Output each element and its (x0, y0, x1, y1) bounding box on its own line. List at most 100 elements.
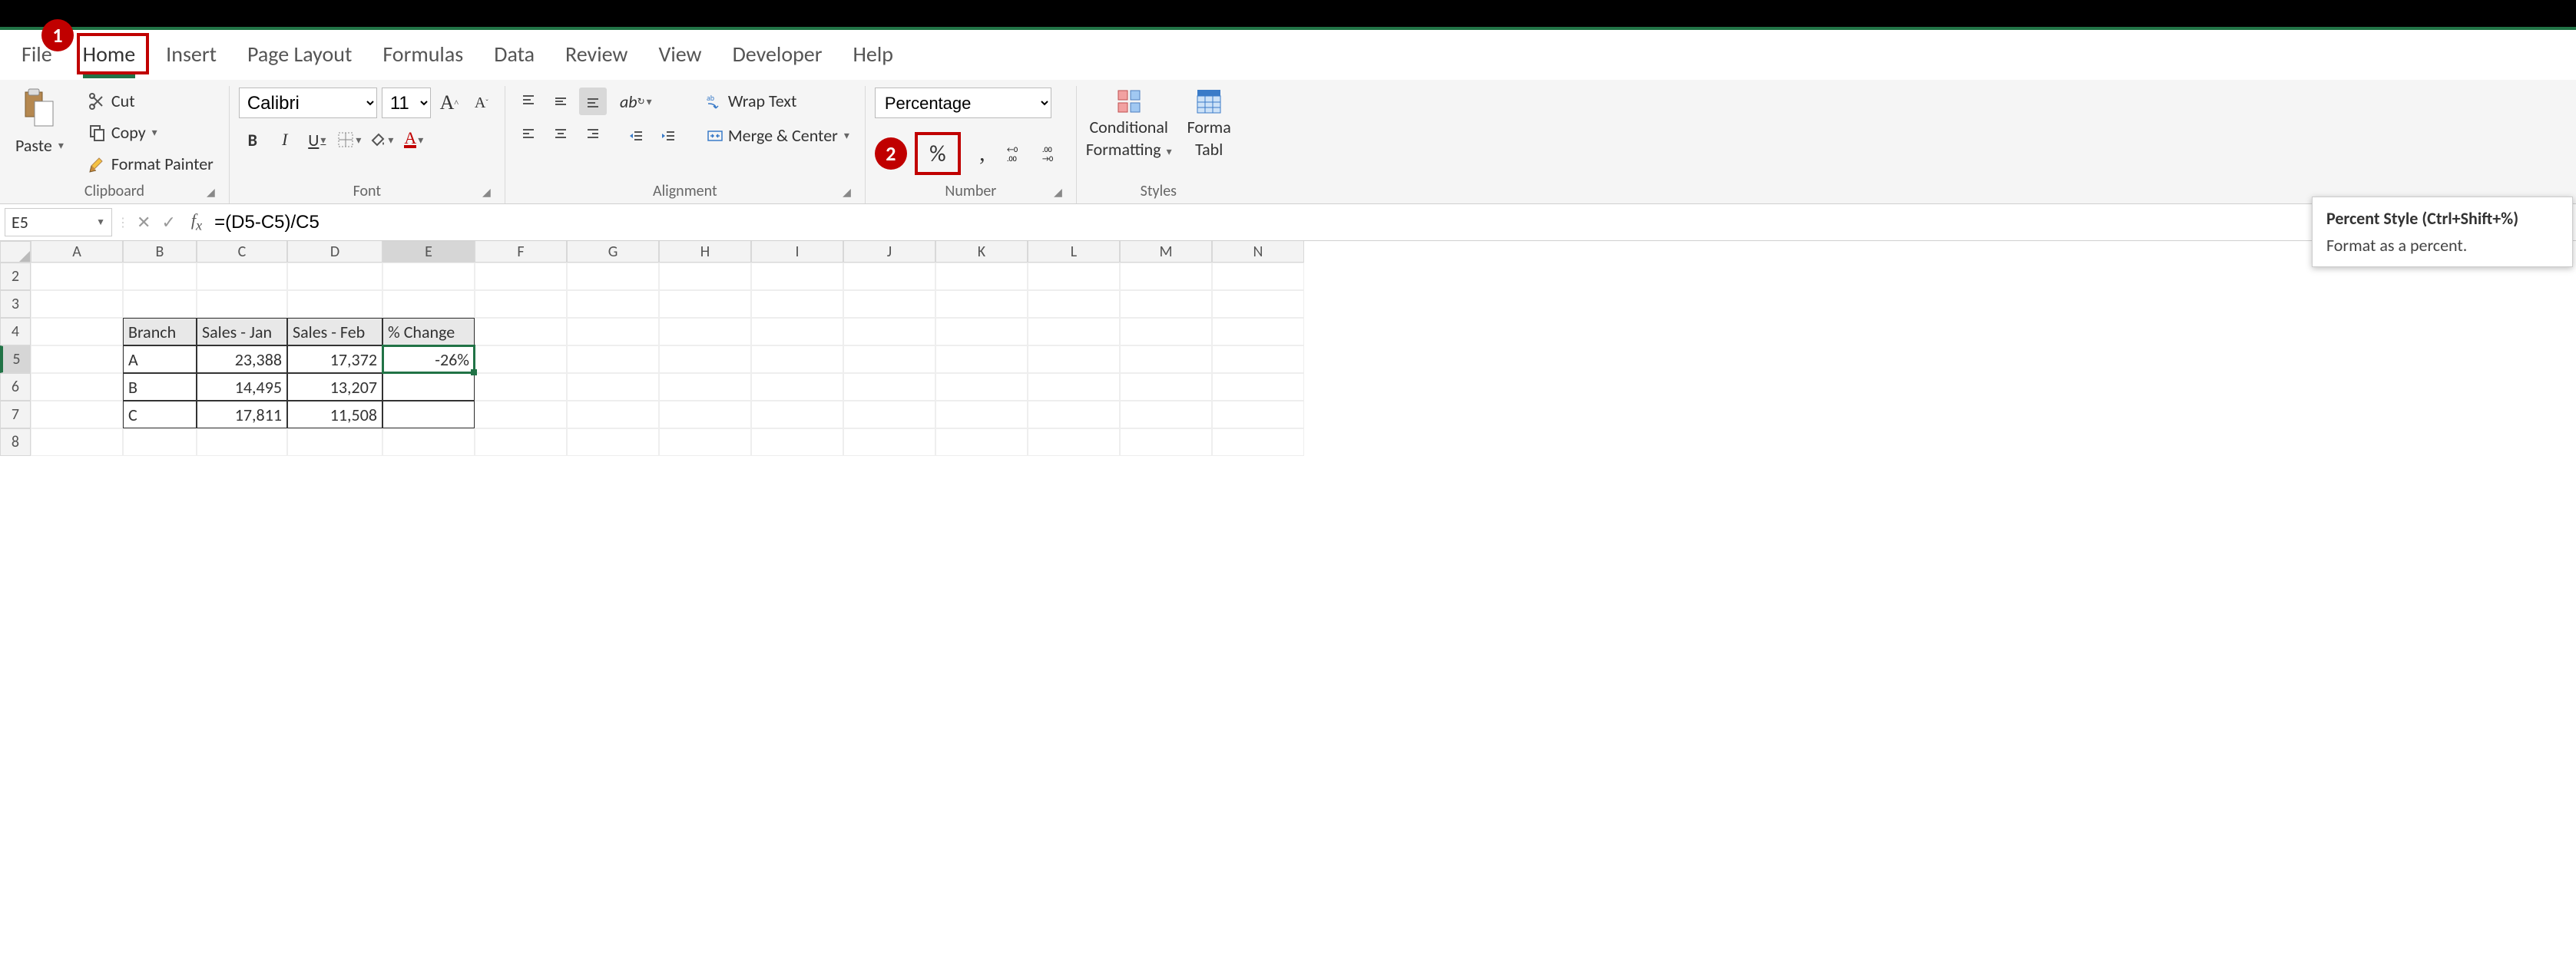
cell[interactable] (1212, 263, 1304, 290)
col-header-J[interactable]: J (843, 241, 935, 263)
col-header-K[interactable]: K (935, 241, 1028, 263)
cell[interactable] (567, 263, 659, 290)
cell[interactable] (382, 263, 475, 290)
cell[interactable] (935, 428, 1028, 456)
cell[interactable] (197, 290, 287, 318)
tab-insert[interactable]: Insert (166, 41, 217, 75)
align-center-button[interactable] (547, 120, 574, 147)
cell[interactable] (1120, 345, 1212, 373)
cell[interactable] (843, 401, 935, 428)
align-right-button[interactable] (579, 120, 607, 147)
col-header-E[interactable]: E (382, 241, 475, 263)
fx-icon[interactable]: fx (184, 210, 210, 233)
dialog-launcher-icon[interactable]: ◢ (1054, 186, 1062, 199)
cell[interactable] (31, 401, 123, 428)
increase-font-button[interactable]: A^ (435, 89, 463, 117)
row-header-2[interactable]: 2 (0, 263, 31, 290)
cell[interactable] (751, 263, 843, 290)
font-size-select[interactable]: 11 (382, 88, 431, 118)
dialog-launcher-icon[interactable]: ◢ (207, 186, 215, 199)
cell[interactable]: 17,372 (287, 345, 382, 373)
cell[interactable] (1212, 373, 1304, 401)
cell[interactable]: Sales - Feb (287, 318, 382, 345)
dialog-launcher-icon[interactable]: ◢ (482, 186, 491, 199)
cell[interactable] (751, 373, 843, 401)
copy-button[interactable]: Copy ▾ (82, 119, 220, 146)
tab-data[interactable]: Data (494, 41, 535, 75)
bold-button[interactable]: B (239, 126, 267, 154)
cell[interactable] (31, 373, 123, 401)
col-header-B[interactable]: B (123, 241, 197, 263)
wrap-text-button[interactable]: ab Wrap Text (700, 88, 856, 114)
cell[interactable] (567, 428, 659, 456)
row-header-7[interactable]: 7 (0, 401, 31, 428)
cell[interactable] (123, 263, 197, 290)
cell[interactable] (31, 345, 123, 373)
row-header-8[interactable]: 8 (0, 428, 31, 456)
cell[interactable] (123, 290, 197, 318)
col-header-M[interactable]: M (1120, 241, 1212, 263)
cell[interactable] (287, 263, 382, 290)
tab-page-layout[interactable]: Page Layout (247, 41, 352, 75)
align-middle-button[interactable] (547, 88, 574, 115)
cell[interactable] (123, 428, 197, 456)
name-box[interactable]: E5 ▼ (5, 208, 112, 236)
cell[interactable] (659, 290, 751, 318)
cell[interactable]: Branch (123, 318, 197, 345)
cell[interactable] (475, 318, 567, 345)
cell[interactable]: Sales - Jan (197, 318, 287, 345)
enter-formula-button[interactable]: ✓ (161, 212, 175, 233)
cell[interactable] (843, 345, 935, 373)
cell[interactable] (659, 345, 751, 373)
cell[interactable] (1120, 263, 1212, 290)
cell[interactable]: 13,207 (287, 373, 382, 401)
row-header-4[interactable]: 4 (0, 318, 31, 345)
cell[interactable] (1212, 290, 1304, 318)
cell[interactable]: C (123, 401, 197, 428)
increase-decimal-button[interactable]: ←0.00 (1004, 140, 1031, 167)
borders-button[interactable]: ▾ (336, 126, 363, 154)
conditional-formatting-button[interactable]: Conditional Formatting ▾ (1086, 88, 1172, 160)
cell[interactable] (382, 373, 475, 401)
cell[interactable] (567, 345, 659, 373)
row-header-6[interactable]: 6 (0, 373, 31, 401)
row-header-5[interactable]: 5 (0, 345, 31, 373)
cell[interactable] (935, 345, 1028, 373)
tab-review[interactable]: Review (565, 41, 627, 75)
cell[interactable] (843, 428, 935, 456)
cancel-formula-button[interactable]: ✕ (137, 212, 151, 233)
cell[interactable] (31, 318, 123, 345)
cell[interactable] (659, 428, 751, 456)
cell[interactable]: 14,495 (197, 373, 287, 401)
cell[interactable] (1120, 373, 1212, 401)
formula-input[interactable] (210, 209, 2576, 236)
select-all-button[interactable] (0, 241, 31, 263)
cell[interactable] (1120, 290, 1212, 318)
cell[interactable] (1212, 401, 1304, 428)
col-header-F[interactable]: F (475, 241, 567, 263)
cell[interactable] (1212, 345, 1304, 373)
orientation-button[interactable]: ab↻▾ (622, 88, 650, 115)
cell[interactable] (567, 290, 659, 318)
cell[interactable] (751, 318, 843, 345)
cell[interactable]: 17,811 (197, 401, 287, 428)
cell[interactable] (475, 263, 567, 290)
col-header-L[interactable]: L (1028, 241, 1120, 263)
cell[interactable] (751, 428, 843, 456)
cell[interactable] (935, 290, 1028, 318)
row-header-3[interactable]: 3 (0, 290, 31, 318)
cell[interactable] (475, 428, 567, 456)
paste-button[interactable]: Paste ▾ (9, 132, 70, 159)
cell[interactable] (659, 318, 751, 345)
tab-view[interactable]: View (658, 41, 701, 75)
cell[interactable] (935, 373, 1028, 401)
cell[interactable] (1028, 428, 1120, 456)
cell[interactable] (1120, 318, 1212, 345)
cell[interactable] (1028, 263, 1120, 290)
cell[interactable] (659, 373, 751, 401)
cell[interactable] (843, 263, 935, 290)
col-header-D[interactable]: D (287, 241, 382, 263)
underline-button[interactable]: U▾ (303, 126, 331, 154)
cell[interactable] (843, 290, 935, 318)
tab-formulas[interactable]: Formulas (382, 41, 463, 75)
